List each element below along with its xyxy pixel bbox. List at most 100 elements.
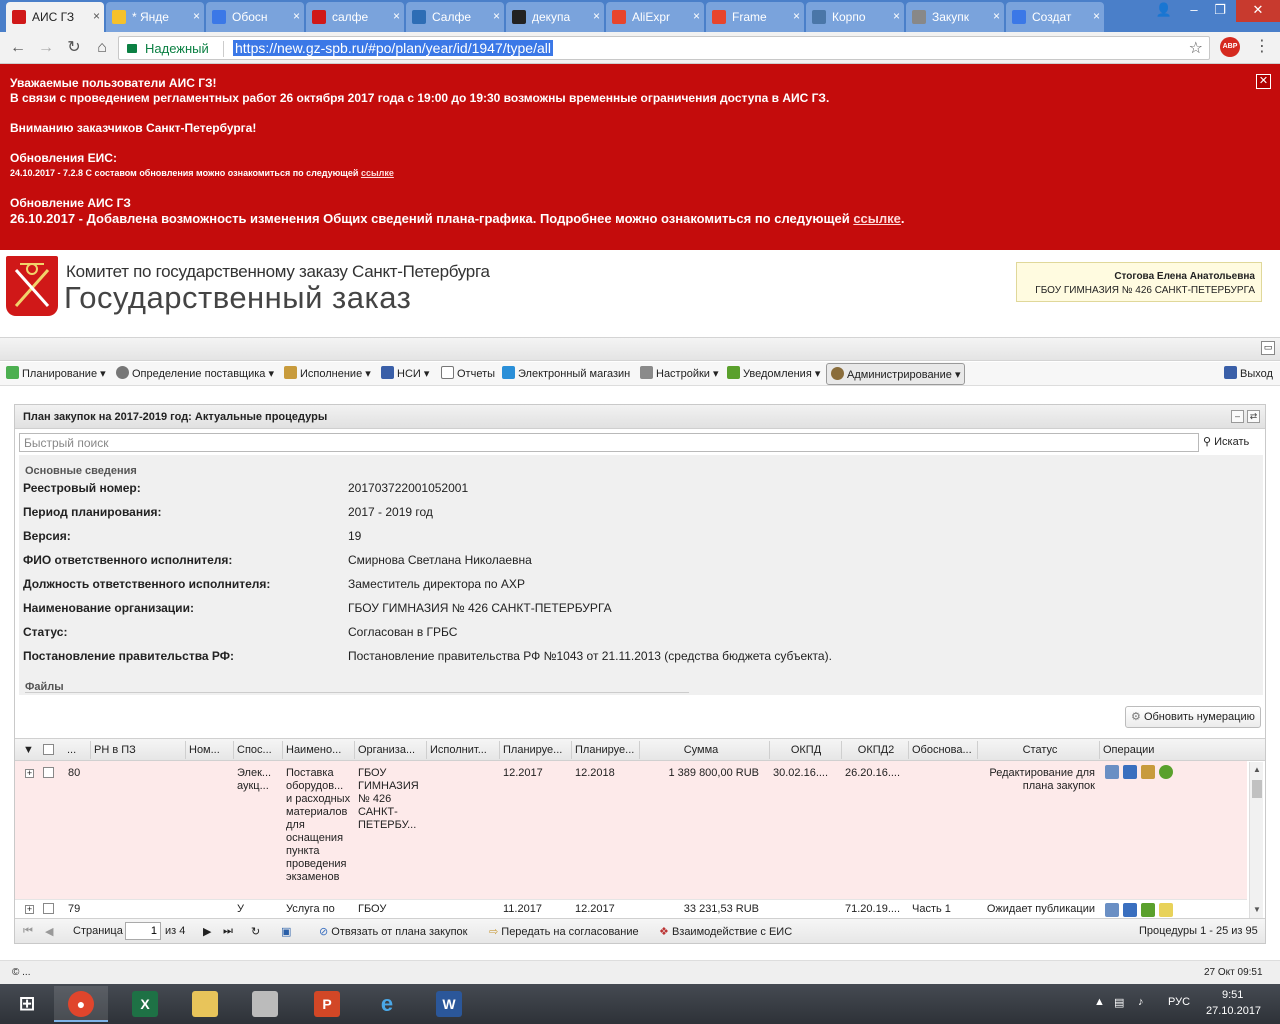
browser-tab[interactable]: * Янде × bbox=[106, 2, 204, 32]
browser-tab[interactable]: Обосн × bbox=[206, 2, 304, 32]
table-row[interactable]: + 79 У Услуга по ГБОУ 11.2017 12.2017 33… bbox=[15, 899, 1247, 917]
column-separator[interactable] bbox=[426, 741, 427, 759]
url-text[interactable]: https://new.gz-spb.ru/#po/plan/year/id/1… bbox=[233, 40, 553, 56]
taskbar-scanner[interactable] bbox=[238, 986, 292, 1022]
minimize-button[interactable]: – bbox=[1180, 0, 1208, 22]
adblock-plus-icon[interactable]: ABP bbox=[1220, 37, 1240, 57]
menu-execution[interactable]: Исполнение ▾ bbox=[284, 366, 371, 380]
column-header[interactable]: Ном... bbox=[189, 744, 233, 756]
clock-date[interactable]: 27.10.2017 bbox=[1206, 1005, 1261, 1017]
column-separator[interactable] bbox=[185, 741, 186, 759]
column-header[interactable]: Спос... bbox=[237, 744, 281, 756]
browser-tab[interactable]: Салфе × bbox=[406, 2, 504, 32]
menu-nsi[interactable]: НСИ ▾ bbox=[381, 366, 429, 380]
column-header[interactable]: Организа... bbox=[358, 744, 424, 756]
clock-time[interactable]: 9:51 bbox=[1222, 989, 1243, 1001]
column-header[interactable]: Наимено... bbox=[286, 744, 352, 756]
column-separator[interactable] bbox=[1099, 741, 1100, 759]
taskbar-word[interactable]: W bbox=[422, 986, 476, 1022]
column-separator[interactable] bbox=[769, 741, 770, 759]
publish-icon[interactable] bbox=[1141, 903, 1155, 917]
column-separator[interactable] bbox=[908, 741, 909, 759]
menu-eshop[interactable]: Электронный магазин bbox=[502, 366, 630, 380]
last-page-icon[interactable]: ⏭ bbox=[223, 925, 233, 938]
banner-eis-link[interactable]: ссылке bbox=[361, 168, 394, 178]
menu-notifications[interactable]: Уведомления ▾ bbox=[727, 366, 820, 380]
unbind-button[interactable]: ⊘ Отвязать от плана закупок bbox=[319, 925, 468, 938]
url-omnibox[interactable]: Надежный https://new.gz-spb.ru/#po/plan/… bbox=[118, 36, 1210, 60]
menu-settings[interactable]: Настройки ▾ bbox=[640, 366, 719, 380]
first-page-icon[interactable]: ⏮ bbox=[23, 925, 33, 938]
tab-close-icon[interactable]: × bbox=[793, 9, 800, 23]
scrollbar-thumb[interactable] bbox=[1252, 780, 1262, 798]
column-separator[interactable] bbox=[354, 741, 355, 759]
filter-icon[interactable]: ▼ bbox=[23, 744, 34, 756]
language-indicator[interactable]: РУС bbox=[1168, 996, 1190, 1008]
browser-tab[interactable]: салфе × bbox=[306, 2, 404, 32]
network-icon[interactable]: ▤ bbox=[1114, 996, 1124, 1009]
table-row[interactable]: + 80 Элек... аукц... Поставка оборудов..… bbox=[15, 761, 1247, 899]
column-header[interactable]: Обоснова... bbox=[912, 744, 978, 756]
browser-tab[interactable]: Закупк × bbox=[906, 2, 1004, 32]
renumber-button[interactable]: ⚙ Обновить нумерацию bbox=[1125, 706, 1261, 728]
next-page-icon[interactable]: ▶ bbox=[203, 925, 211, 938]
taskbar-ie[interactable]: e bbox=[360, 986, 414, 1022]
scroll-up-icon[interactable]: ▲ bbox=[1253, 765, 1261, 774]
browser-tab[interactable]: AliExpr × bbox=[606, 2, 704, 32]
quick-search-input[interactable] bbox=[19, 433, 1199, 452]
send-approval-icon[interactable] bbox=[1141, 765, 1155, 779]
column-header[interactable]: Планируе... bbox=[503, 744, 569, 756]
browser-tab[interactable]: Создат × bbox=[1006, 2, 1104, 32]
expand-row-icon[interactable]: + bbox=[25, 905, 34, 914]
tab-close-icon[interactable]: × bbox=[593, 9, 600, 23]
browser-menu-icon[interactable]: ⋮ bbox=[1254, 36, 1270, 56]
edit-pencil-icon[interactable] bbox=[1105, 765, 1119, 779]
tab-close-icon[interactable]: × bbox=[993, 9, 1000, 23]
search-button[interactable]: ⚲ Искать bbox=[1203, 435, 1249, 448]
banner-close-icon[interactable]: ✕ bbox=[1256, 74, 1271, 89]
send-approval-button[interactable]: ⇨ Передать на согласование bbox=[489, 925, 639, 938]
tab-close-icon[interactable]: × bbox=[693, 9, 700, 23]
restore-button[interactable]: ❐ bbox=[1206, 0, 1234, 22]
back-icon[interactable]: ← bbox=[8, 38, 28, 58]
panel-refresh-icon[interactable]: ⇄ bbox=[1247, 410, 1260, 423]
tab-close-icon[interactable]: × bbox=[193, 9, 200, 23]
column-header[interactable]: Исполнит... bbox=[430, 744, 496, 756]
row-checkbox[interactable] bbox=[43, 767, 54, 778]
documents-icon[interactable] bbox=[1159, 903, 1173, 917]
browser-tab[interactable]: АИС ГЗ × bbox=[6, 2, 104, 32]
tab-close-icon[interactable]: × bbox=[93, 9, 100, 23]
column-separator[interactable] bbox=[282, 741, 283, 759]
edit-pencil-icon[interactable] bbox=[1105, 903, 1119, 917]
grid-vertical-scrollbar[interactable]: ▲ ▼ bbox=[1249, 762, 1263, 918]
scroll-down-icon[interactable]: ▼ bbox=[1253, 905, 1261, 914]
column-header[interactable]: Планируе... bbox=[575, 744, 641, 756]
volume-icon[interactable]: ♪ bbox=[1138, 996, 1144, 1008]
refresh-icon[interactable]: ↻ bbox=[251, 925, 260, 938]
banner-ais-link[interactable]: ссылке bbox=[853, 211, 901, 226]
row-checkbox[interactable] bbox=[43, 903, 54, 914]
user-profile-icon[interactable]: 👤 bbox=[1150, 0, 1178, 22]
column-separator[interactable] bbox=[841, 741, 842, 759]
window-close-button[interactable]: ✕ bbox=[1236, 0, 1280, 22]
browser-tab[interactable]: Frame × bbox=[706, 2, 804, 32]
forward-icon[interactable]: → bbox=[36, 38, 56, 58]
column-header[interactable]: Операции bbox=[1103, 744, 1183, 756]
column-header[interactable]: ОКПД2 bbox=[845, 744, 907, 756]
select-all-checkbox[interactable] bbox=[43, 744, 54, 755]
column-header[interactable]: Статус bbox=[981, 744, 1099, 756]
taskbar-chrome[interactable]: ● bbox=[54, 986, 108, 1022]
column-separator[interactable] bbox=[499, 741, 500, 759]
save-icon[interactable]: ▣ bbox=[281, 925, 291, 938]
column-separator[interactable] bbox=[233, 741, 234, 759]
settings-gear-icon[interactable] bbox=[1159, 765, 1173, 779]
tab-close-icon[interactable]: × bbox=[893, 9, 900, 23]
column-header[interactable]: Сумма bbox=[643, 744, 759, 756]
bookmark-star-icon[interactable]: ☆ bbox=[1189, 38, 1203, 58]
start-button[interactable]: ⊞ bbox=[0, 986, 54, 1022]
chart-icon[interactable] bbox=[1123, 903, 1137, 917]
column-separator[interactable] bbox=[977, 741, 978, 759]
tab-close-icon[interactable]: × bbox=[293, 9, 300, 23]
reload-icon[interactable]: ↻ bbox=[64, 38, 84, 58]
page-number-input[interactable] bbox=[125, 922, 161, 940]
